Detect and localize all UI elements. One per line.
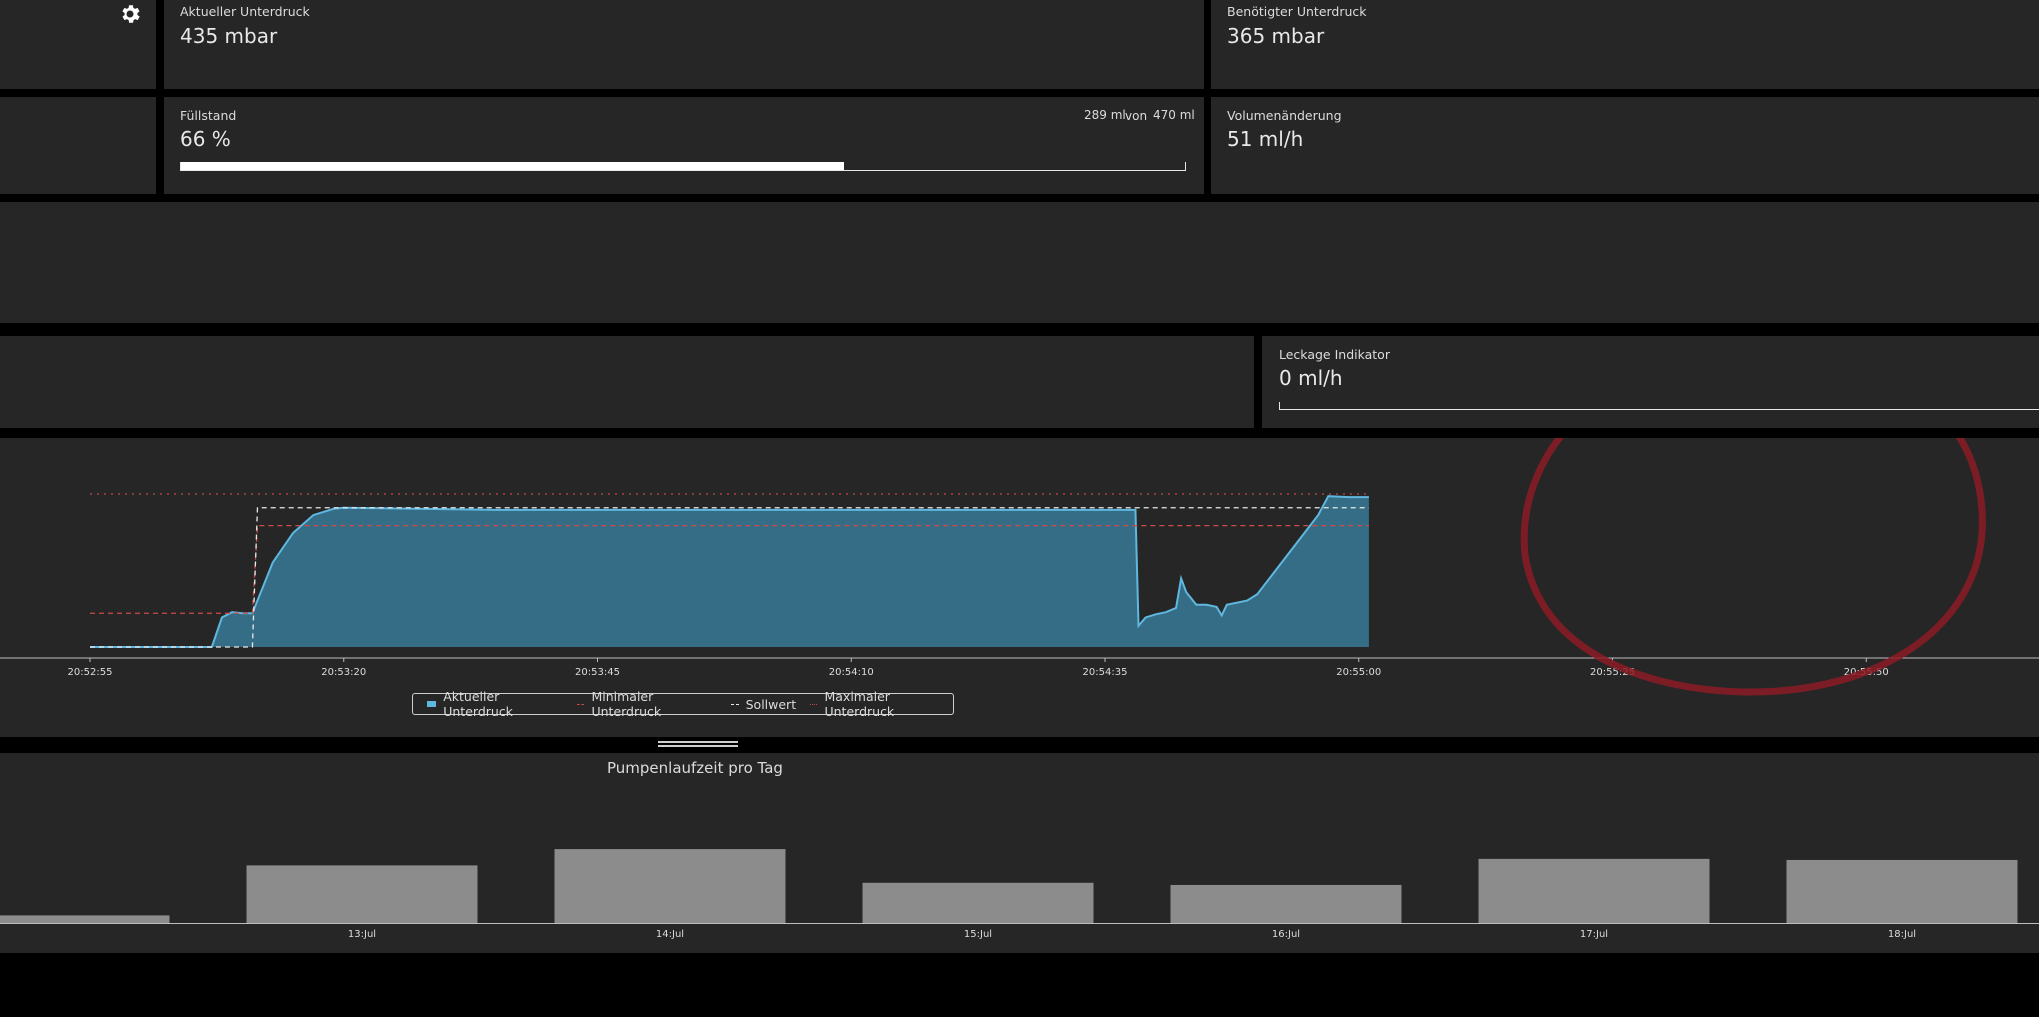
fill-progress-bar <box>181 162 844 170</box>
tile-value: 365 mbar <box>1227 24 1325 48</box>
empty-panel <box>0 202 2039 323</box>
bar[interactable] <box>246 865 478 923</box>
side-panel-mid <box>0 97 156 194</box>
legend-label: Aktueller Unterdruck <box>443 689 513 719</box>
bar[interactable] <box>0 915 170 923</box>
chart-legend: Aktueller Unterdruck Minimaler Unterdruc… <box>412 689 954 719</box>
x-tick-label: 14:Jul <box>656 929 684 940</box>
x-tick-label: 13:Jul <box>348 929 376 940</box>
tile-label: Füllstand <box>180 108 237 123</box>
tile-fuellstand: Füllstand 66 % 289 ml von 470 ml <box>164 97 1204 194</box>
legend-item-minimal[interactable]: Minimaler Unterdruck <box>577 689 717 719</box>
tile-volumenaenderung: Volumenänderung 51 ml/h <box>1211 97 2039 194</box>
tile-value: 0 ml/h <box>1279 366 1343 390</box>
tile-label: Benötigter Unterdruck <box>1227 4 1367 19</box>
tile-benoetigter-unterdruck: Benötigter Unterdruck 365 mbar <box>1211 0 2039 89</box>
x-tick-label: 15:Jul <box>964 929 992 940</box>
bar[interactable] <box>862 882 1094 923</box>
x-tick-label: 16:Jul <box>1272 929 1300 940</box>
tile-aktueller-unterdruck: Aktueller Unterdruck 435 mbar <box>164 0 1204 89</box>
tile-label: Leckage Indikator <box>1279 347 1390 362</box>
x-tick-label: 20:55:00 <box>1336 667 1381 678</box>
series-area-aktueller <box>90 496 1369 647</box>
legend-swatch-dashed-red <box>577 703 585 705</box>
tile-label: Volumenänderung <box>1227 108 1342 123</box>
x-tick-label: 20:54:10 <box>829 667 874 678</box>
pressure-chart: 20:52:55 20:53:20 20:53:45 20:54:10 20:54:35… <box>0 438 2039 696</box>
legend-swatch-dashed-white <box>730 703 739 705</box>
legend-swatch-dotted-red <box>810 703 818 705</box>
legend-label: Maximaler Unterdruck <box>824 689 895 719</box>
x-tick-label: 17:Jul <box>1580 929 1608 940</box>
bar[interactable] <box>1478 858 1710 923</box>
bar-chart-title: Pumpenlaufzeit pro Tag <box>607 759 783 777</box>
legend-item-maximal[interactable]: Maximaler Unterdruck <box>810 689 953 719</box>
empty-panel-left <box>0 336 1254 428</box>
fill-separator: von <box>1125 109 1148 123</box>
legend-swatch-area <box>427 701 437 707</box>
bar[interactable] <box>1786 859 2018 923</box>
tile-value: 51 ml/h <box>1227 127 1304 151</box>
legend-item-sollwert[interactable]: Sollwert <box>730 696 797 712</box>
annotation-circle <box>1520 438 1986 696</box>
fill-current: 289 ml <box>1084 108 1126 122</box>
tile-leckage: Leckage Indikator 0 ml/h <box>1262 336 2039 428</box>
legend-item-aktueller[interactable]: Aktueller Unterdruck <box>427 689 563 719</box>
legend-label: Sollwert <box>745 696 797 712</box>
legend-label: Minimaler Unterdruck <box>591 689 662 719</box>
leckage-progress-track <box>1279 402 2039 410</box>
bar-chart: Pumpenlaufzeit pro Tag 13:Jul 14:Jul 15:Ju… <box>0 759 2039 940</box>
side-panel-top <box>0 0 156 89</box>
x-tick-label: 18:Jul <box>1888 929 1916 940</box>
bar-chart-panel: Pumpenlaufzeit pro Tag 13:Jul 14:Jul 15:Ju… <box>0 753 2039 953</box>
tile-label: Aktueller Unterdruck <box>180 4 310 19</box>
splitter-handle[interactable] <box>658 741 738 747</box>
fill-progress-track <box>180 162 1186 171</box>
pressure-chart-panel: 20:52:55 20:53:20 20:53:45 20:54:10 20:54:35… <box>0 438 2039 737</box>
fill-max: 470 ml <box>1153 108 1195 122</box>
gear-icon[interactable] <box>118 2 142 26</box>
x-tick-label: 20:54:35 <box>1083 667 1128 678</box>
bar[interactable] <box>554 849 786 923</box>
tile-value: 435 mbar <box>180 24 278 48</box>
x-tick-label: 20:53:20 <box>321 667 366 678</box>
x-tick-label: 20:53:45 <box>575 667 620 678</box>
tile-value: 66 % <box>180 127 231 151</box>
bar[interactable] <box>1170 884 1402 923</box>
x-tick-label: 20:52:55 <box>68 667 113 678</box>
